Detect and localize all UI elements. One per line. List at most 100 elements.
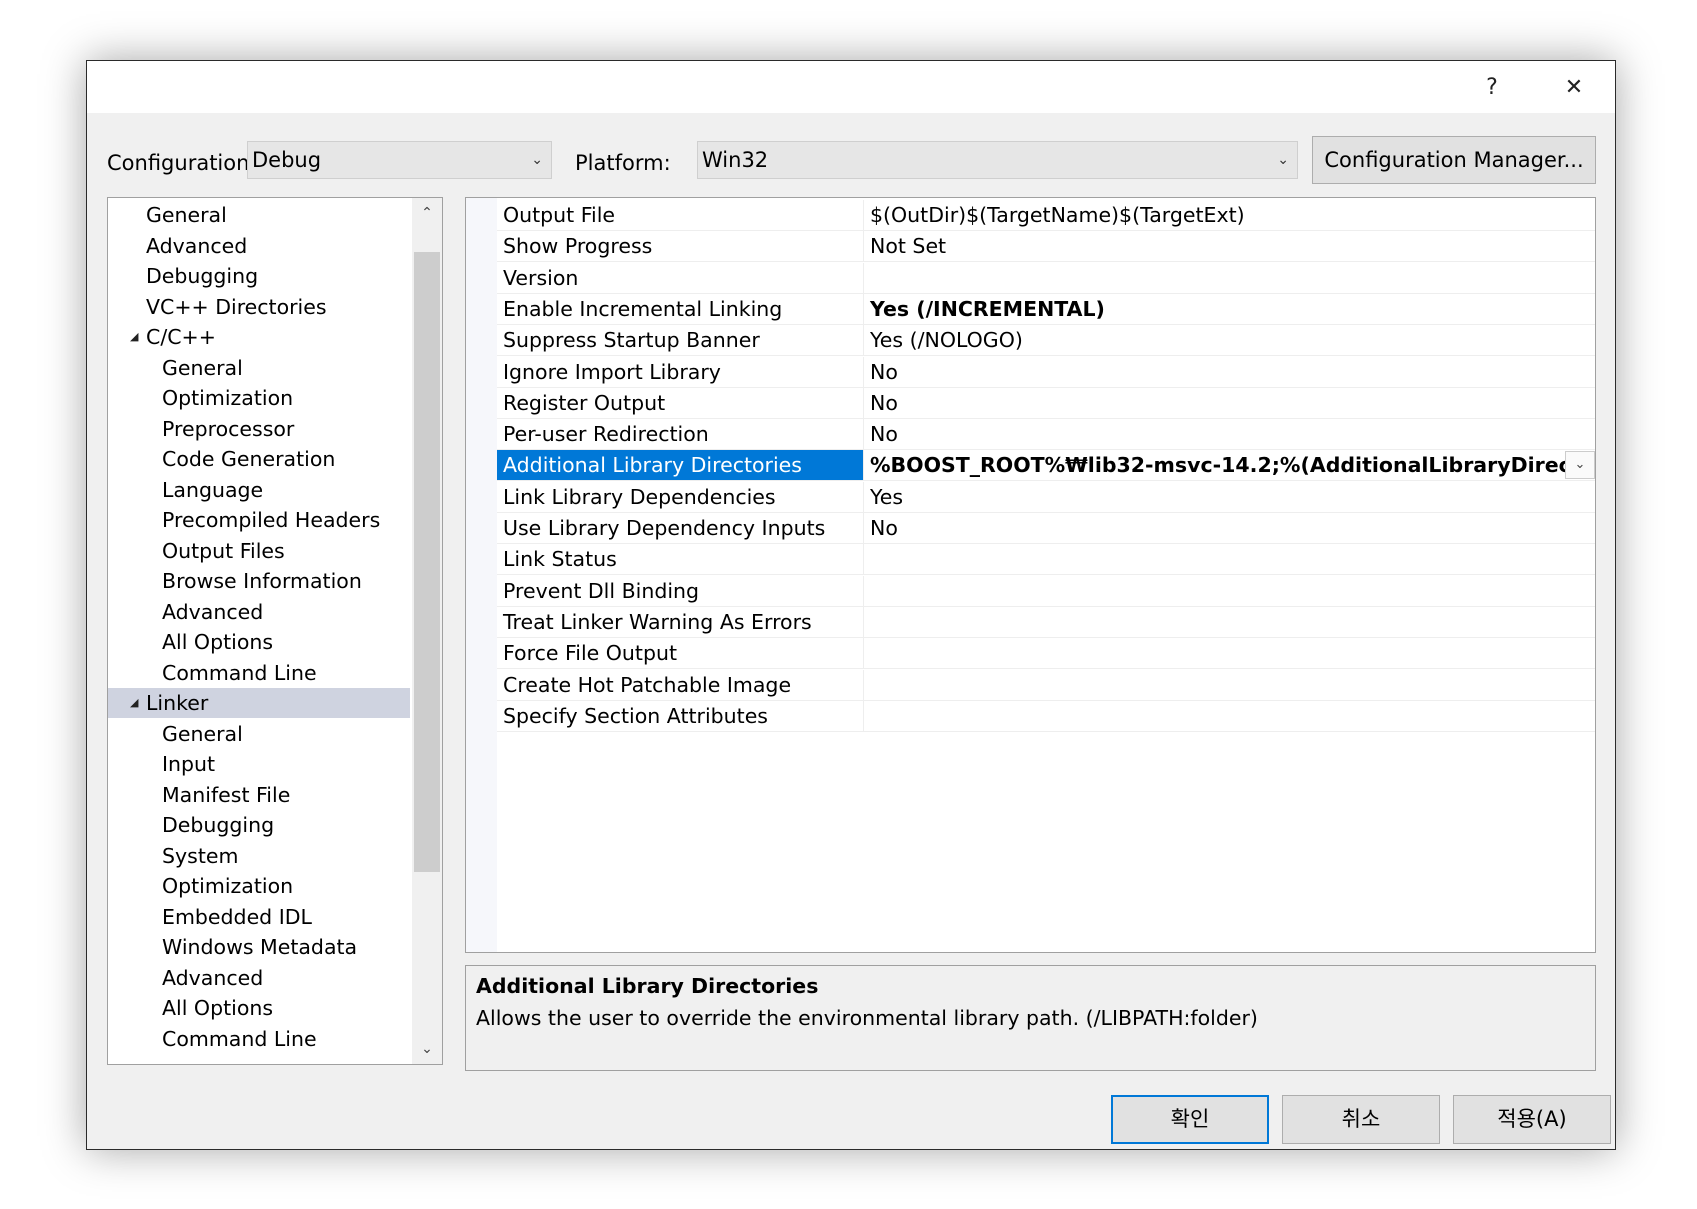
configuration-select[interactable]: Debug ⌄: [247, 141, 552, 179]
tree-item[interactable]: System: [108, 841, 410, 871]
tree-item[interactable]: ◢ Linker: [108, 688, 410, 718]
scroll-up-icon[interactable]: ⌃: [412, 198, 442, 228]
tree-item[interactable]: Optimization: [108, 383, 410, 413]
property-value[interactable]: Not Set: [864, 231, 1595, 261]
property-value[interactable]: No: [864, 419, 1595, 449]
tree-item[interactable]: Debugging: [108, 810, 410, 840]
property-row[interactable]: Suppress Startup Banner Yes (/NOLOGO): [497, 325, 1595, 357]
help-icon[interactable]: ?: [1467, 65, 1517, 109]
property-value[interactable]: Yes (/INCREMENTAL): [864, 294, 1595, 324]
property-row[interactable]: Link Library Dependencies Yes: [497, 481, 1595, 513]
chevron-down-icon: ⌄: [1277, 152, 1289, 168]
property-value[interactable]: [864, 263, 1595, 293]
property-value[interactable]: No: [864, 357, 1595, 387]
tree-item[interactable]: Code Generation: [108, 444, 410, 474]
apply-button[interactable]: 적용(A): [1453, 1095, 1611, 1144]
property-value[interactable]: [864, 638, 1595, 668]
property-name: Register Output: [497, 387, 864, 418]
tree-item[interactable]: Advanced: [108, 597, 410, 627]
property-value[interactable]: No: [864, 513, 1595, 543]
property-row[interactable]: Register Output No: [497, 387, 1595, 419]
property-name: Force File Output: [497, 638, 864, 669]
property-value[interactable]: Yes: [864, 482, 1595, 512]
tree-item-label: All Options: [162, 996, 274, 1020]
tree-item[interactable]: Windows Metadata: [108, 932, 410, 962]
property-row[interactable]: Treat Linker Warning As Errors: [497, 606, 1595, 638]
tree-item[interactable]: VC++ Directories: [108, 292, 410, 322]
tree-item-label: Precompiled Headers: [162, 508, 381, 532]
tree-item[interactable]: Preprocessor: [108, 414, 410, 444]
tree-item[interactable]: Advanced: [108, 963, 410, 993]
ok-button[interactable]: 확인: [1111, 1095, 1269, 1144]
property-row[interactable]: Version: [497, 262, 1595, 294]
expand-arrow-icon[interactable]: ◢: [130, 322, 138, 352]
property-row[interactable]: Link Status: [497, 544, 1595, 576]
property-row[interactable]: Prevent Dll Binding: [497, 575, 1595, 607]
property-value[interactable]: $(OutDir)$(TargetName)$(TargetExt): [864, 200, 1595, 230]
tree-item-label: Windows Metadata: [162, 935, 358, 959]
property-grid: Output File $(OutDir)$(TargetName)$(Targe…: [465, 197, 1596, 953]
tree-item[interactable]: General: [108, 200, 410, 230]
tree-item[interactable]: Precompiled Headers: [108, 505, 410, 535]
scroll-thumb[interactable]: [414, 252, 440, 872]
tree-item[interactable]: General: [108, 353, 410, 383]
tree-item-label: Browse Information: [162, 569, 362, 593]
tree-item[interactable]: Language: [108, 475, 410, 505]
tree-item-label: Advanced: [162, 965, 264, 990]
property-value[interactable]: [864, 607, 1595, 637]
description-text: Allows the user to override the environm…: [476, 1006, 1258, 1030]
tree-item[interactable]: Input: [108, 749, 410, 779]
tree-scrollbar[interactable]: ⌃ ⌄: [412, 198, 442, 1064]
tree-item[interactable]: All Options: [108, 627, 410, 657]
tree-item[interactable]: General: [108, 719, 410, 749]
property-value[interactable]: [864, 576, 1595, 606]
tree-item[interactable]: Advanced: [108, 231, 410, 261]
property-value[interactable]: Yes (/NOLOGO): [864, 325, 1595, 355]
tree-item-label: Preprocessor: [162, 416, 295, 441]
property-row[interactable]: Show Progress Not Set: [497, 231, 1595, 263]
property-name: Per-user Redirection: [497, 419, 864, 450]
tree-item[interactable]: Output Files: [108, 536, 410, 566]
property-row[interactable]: Force File Output: [497, 638, 1595, 670]
property-value[interactable]: [864, 670, 1595, 700]
property-row[interactable]: Specify Section Attributes: [497, 700, 1595, 732]
tree-item[interactable]: Debugging: [108, 261, 410, 291]
property-row[interactable]: Additional Library Directories %BOOST_ROO…: [497, 450, 1595, 482]
tree-item[interactable]: Browse Information: [108, 566, 410, 596]
tree-item[interactable]: ◢ C/C++: [108, 322, 410, 352]
property-value[interactable]: [864, 544, 1595, 574]
configuration-manager-button[interactable]: Configuration Manager...: [1312, 136, 1596, 184]
property-row[interactable]: Enable Incremental Linking Yes (/INCREMEN…: [497, 293, 1595, 325]
tree-item[interactable]: Command Line: [108, 658, 410, 688]
close-icon[interactable]: ✕: [1549, 65, 1599, 109]
property-row[interactable]: Output File $(OutDir)$(TargetName)$(Targe…: [497, 200, 1595, 231]
property-name: Output File: [497, 200, 864, 230]
value-dropdown-icon[interactable]: ⌄: [1565, 451, 1595, 480]
tree-item[interactable]: Embedded IDL: [108, 902, 410, 932]
configuration-value: Debug: [252, 148, 322, 172]
property-row[interactable]: Use Library Dependency Inputs No: [497, 513, 1595, 544]
tree-item[interactable]: Manifest File: [108, 780, 410, 810]
scroll-down-icon[interactable]: ⌄: [412, 1034, 442, 1064]
expand-arrow-icon[interactable]: ◢: [130, 688, 138, 718]
property-name: Additional Library Directories: [497, 450, 864, 481]
tree-item[interactable]: Command Line: [108, 1024, 410, 1054]
property-name: Use Library Dependency Inputs: [497, 513, 864, 543]
platform-value: Win32: [702, 148, 769, 172]
platform-label: Platform:: [575, 151, 671, 175]
cancel-button[interactable]: 취소: [1282, 1095, 1440, 1144]
property-row[interactable]: Create Hot Patchable Image: [497, 669, 1595, 701]
property-value[interactable]: %BOOST_ROOT%₩lib32-msvc-14.2;%(Additiona…: [864, 450, 1595, 480]
tree-item-label: C/C++: [146, 325, 216, 349]
tree-item[interactable]: All Options: [108, 993, 410, 1023]
tree-item-label: Manifest File: [162, 782, 291, 807]
property-name: Version: [497, 262, 864, 293]
property-row[interactable]: Ignore Import Library No: [497, 356, 1595, 388]
platform-select[interactable]: Win32 ⌄: [697, 141, 1298, 179]
tree-item-label: Optimization: [162, 874, 294, 898]
property-value[interactable]: [864, 701, 1595, 731]
configuration-label: Configuration:: [107, 151, 257, 175]
property-value[interactable]: No: [864, 388, 1595, 418]
tree-item[interactable]: Optimization: [108, 871, 410, 901]
property-row[interactable]: Per-user Redirection No: [497, 419, 1595, 451]
